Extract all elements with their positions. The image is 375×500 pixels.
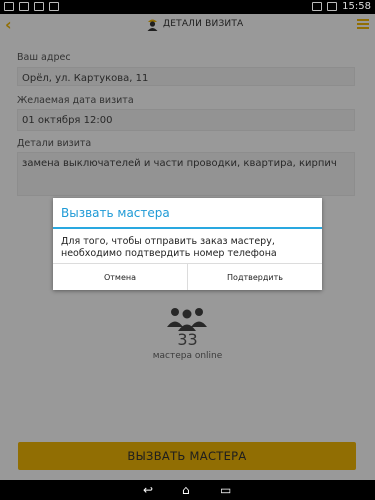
dialog-buttons: Отмена Подтвердить [53,263,322,290]
home-nav-icon[interactable]: ⌂ [182,483,190,497]
dialog-title: Вызвать мастера [61,206,170,220]
confirm-dialog: Вызвать мастера Для того, чтобы отправит… [53,198,322,290]
recents-nav-icon[interactable]: ▭ [220,483,231,497]
mail-icon [34,2,44,11]
dialog-divider [53,227,322,229]
status-time: 15:58 [342,1,371,12]
dialog-message: Для того, чтобы отправить заказ мастеру,… [61,236,277,259]
back-nav-icon[interactable]: ↩ [143,483,153,497]
wifi-icon [312,2,323,11]
navigation-bar: ↩ ⌂ ▭ [0,480,375,500]
android-icon [49,2,59,11]
cancel-button[interactable]: Отмена [53,264,188,290]
image-icon [19,2,29,11]
status-bar: 15:58 [0,0,375,14]
usb-icon [4,2,14,11]
confirm-button[interactable]: Подтвердить [188,264,322,290]
battery-icon [327,2,338,11]
